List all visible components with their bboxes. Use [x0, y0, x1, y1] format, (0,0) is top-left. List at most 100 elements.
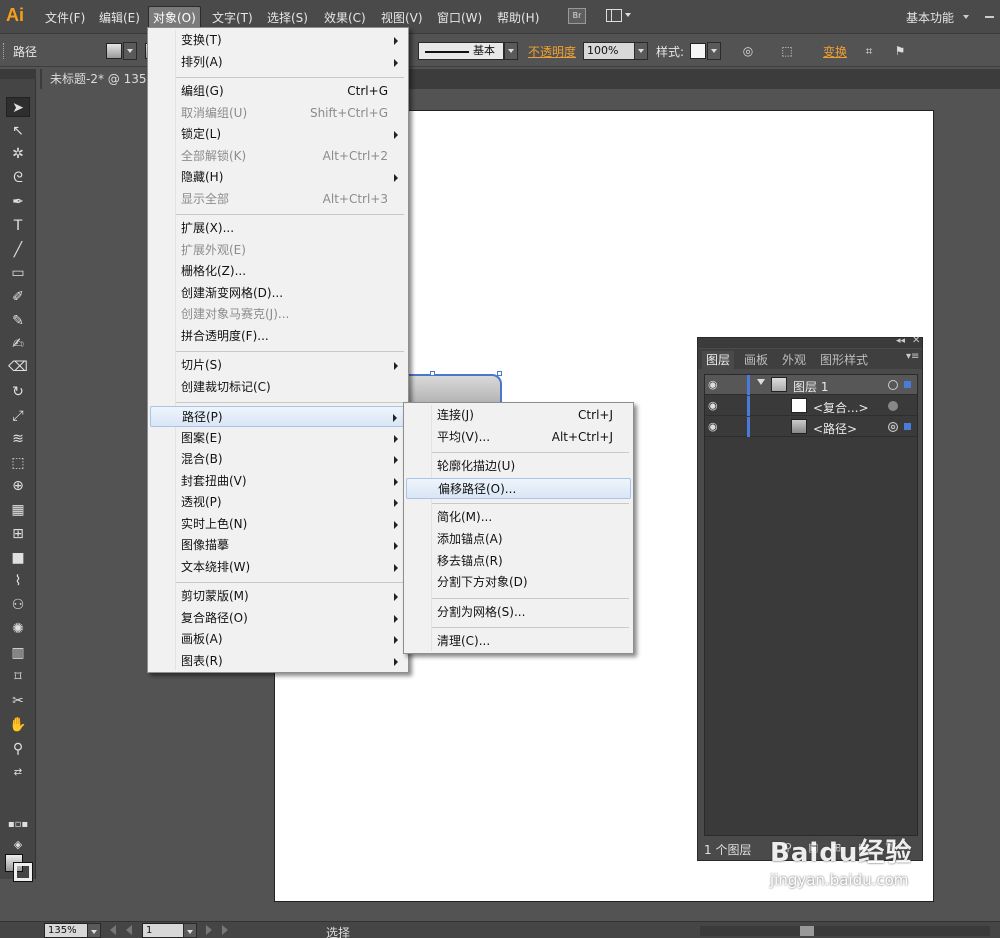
blend-tool-icon[interactable]: ⚇: [6, 595, 30, 615]
panel-options-icon[interactable]: ▾≡: [906, 351, 919, 362]
graphic-style-dropdown[interactable]: [707, 42, 721, 60]
object-menu-item[interactable]: 锁定(L): [150, 124, 406, 145]
path-menu-item[interactable]: 分割下方对象(D): [406, 572, 631, 593]
path-menu-item[interactable]: 移去锚点(R): [406, 551, 631, 572]
artboard-tool-icon[interactable]: ⌑: [6, 667, 30, 687]
object-menu-item[interactable]: 切片(S): [150, 355, 406, 376]
minimize-icon[interactable]: [985, 16, 994, 18]
collapse-icon[interactable]: ◂◂: [896, 336, 905, 346]
menu-type[interactable]: 文字(T): [212, 9, 253, 26]
object-menu-item[interactable]: 实时上色(N): [150, 514, 406, 535]
stroke-profile-dropdown[interactable]: 基本: [418, 42, 504, 60]
lasso-tool-icon[interactable]: ᘓ: [6, 168, 30, 188]
workspace-switcher[interactable]: 基本功能: [906, 9, 954, 26]
layer-name[interactable]: <路径>: [813, 420, 857, 437]
path-menu-item[interactable]: 平均(V)... Alt+Ctrl+J: [406, 427, 631, 448]
target-icon[interactable]: [888, 422, 898, 432]
hand-tool-icon[interactable]: ✋: [6, 715, 30, 735]
eye-icon[interactable]: ◉: [708, 399, 718, 412]
rectangle-tool-icon[interactable]: ▭: [6, 263, 30, 283]
object-menu-item[interactable]: 文本绕排(W): [150, 557, 406, 578]
last-artboard-icon[interactable]: [222, 925, 228, 935]
target-icon[interactable]: [888, 401, 898, 411]
object-menu-item[interactable]: 拼合透明度(F)...: [150, 326, 406, 347]
type-tool-icon[interactable]: T: [6, 216, 30, 236]
menu-help[interactable]: 帮助(H): [497, 9, 539, 26]
object-menu-item[interactable]: 剪切蒙版(M): [150, 586, 406, 607]
eye-icon[interactable]: ◉: [708, 420, 718, 433]
next-artboard-icon[interactable]: [206, 925, 212, 935]
recolor-icon[interactable]: ◎: [741, 44, 755, 58]
tab-graphic-styles[interactable]: 图形样式: [820, 351, 868, 368]
mesh-tool-icon[interactable]: ⊞: [6, 524, 30, 544]
rotate-tool-icon[interactable]: ↻: [6, 382, 30, 402]
eyedropper-tool-icon[interactable]: ⌇: [6, 571, 30, 591]
selection-handle[interactable]: [497, 371, 502, 376]
object-menu-item[interactable]: 封套扭曲(V): [150, 471, 406, 492]
opacity-label[interactable]: 不透明度: [528, 43, 576, 60]
layer-row[interactable]: ◉ 图层 1: [705, 375, 917, 395]
path-menu-item[interactable]: 添加锚点(A): [406, 529, 631, 550]
path-menu-item[interactable]: 清理(C)...: [406, 631, 631, 652]
object-menu-item[interactable]: 图案(E): [150, 428, 406, 449]
object-menu-item[interactable]: 透视(P): [150, 492, 406, 513]
selection-handle[interactable]: [430, 371, 435, 376]
drawing-mode-icon[interactable]: ◈: [6, 835, 30, 855]
transform-label[interactable]: 变换: [823, 43, 847, 60]
horizontal-scrollbar[interactable]: [700, 926, 990, 936]
selected-path-shape[interactable]: [400, 374, 502, 404]
isolate-icon[interactable]: ⌗: [862, 44, 876, 58]
object-menu-item[interactable]: 图表(R): [150, 651, 406, 672]
zoom-dropdown[interactable]: [87, 923, 101, 938]
free-transform-tool-icon[interactable]: ⬚: [6, 453, 30, 473]
object-menu-item[interactable]: 隐藏(H): [150, 167, 406, 188]
tab-artboards[interactable]: 画板: [744, 351, 768, 368]
menu-object[interactable]: 对象(O): [148, 6, 201, 29]
artboard-number-field[interactable]: 1: [142, 923, 184, 938]
path-menu-item[interactable]: 轮廓化描边(U): [406, 456, 631, 477]
scrollbar-thumb[interactable]: [800, 926, 814, 936]
magic-wand-tool-icon[interactable]: ✲: [6, 144, 30, 164]
layer-name[interactable]: <复合...>: [813, 399, 869, 416]
bridge-button[interactable]: Br: [568, 8, 586, 24]
zoom-field[interactable]: 135%: [44, 923, 88, 938]
blob-brush-tool-icon[interactable]: ✍: [6, 334, 30, 354]
pen-tool-icon[interactable]: ✒: [6, 192, 30, 212]
object-menu-item[interactable]: 混合(B): [150, 449, 406, 470]
fill-dropdown[interactable]: [123, 42, 137, 60]
color-mode-icon[interactable]: ▪▫▪: [6, 815, 30, 835]
menu-select[interactable]: 选择(S): [267, 9, 308, 26]
arrange-documents-button[interactable]: [606, 8, 632, 24]
path-menu-item[interactable]: 偏移路径(O)...: [406, 477, 631, 499]
previous-artboard-icon[interactable]: [126, 925, 132, 935]
scale-tool-icon[interactable]: ⤢: [6, 406, 30, 426]
tab-appearance[interactable]: 外观: [782, 351, 806, 368]
stroke-color-icon[interactable]: [13, 862, 33, 882]
target-icon[interactable]: [888, 380, 898, 390]
object-menu-item[interactable]: 变换(T): [150, 30, 406, 51]
menu-effect[interactable]: 效果(C): [324, 9, 366, 26]
object-menu-item[interactable]: 复合路径(O): [150, 608, 406, 629]
perspective-grid-tool-icon[interactable]: ▦: [6, 500, 30, 520]
zoom-tool-icon[interactable]: ⚲: [6, 739, 30, 759]
opacity-dropdown[interactable]: [634, 42, 648, 60]
selection-tool-icon[interactable]: ➤: [6, 97, 30, 117]
path-menu-item[interactable]: 简化(M)...: [406, 507, 631, 528]
menu-edit[interactable]: 编辑(E): [99, 9, 140, 26]
layer-row[interactable]: ◉ <路径>: [705, 417, 917, 437]
column-graph-tool-icon[interactable]: ▥: [6, 643, 30, 663]
selection-indicator[interactable]: [904, 381, 911, 388]
disclosure-triangle-icon[interactable]: [757, 379, 765, 385]
object-menu-item[interactable]: 编组(G) Ctrl+G: [150, 81, 406, 102]
menu-view[interactable]: 视图(V): [381, 9, 423, 26]
symbol-sprayer-tool-icon[interactable]: ✺: [6, 619, 30, 639]
first-artboard-icon[interactable]: [110, 925, 116, 935]
grip-icon[interactable]: [3, 43, 6, 59]
object-menu-item[interactable]: 图像描摹: [150, 535, 406, 556]
gradient-tool-icon[interactable]: ■: [6, 548, 30, 568]
layer-name[interactable]: 图层 1: [793, 378, 828, 395]
eraser-tool-icon[interactable]: ⌫: [6, 357, 30, 377]
eye-icon[interactable]: ◉: [708, 378, 718, 391]
menu-window[interactable]: 窗口(W): [437, 9, 482, 26]
paintbrush-tool-icon[interactable]: ✐: [6, 287, 30, 307]
